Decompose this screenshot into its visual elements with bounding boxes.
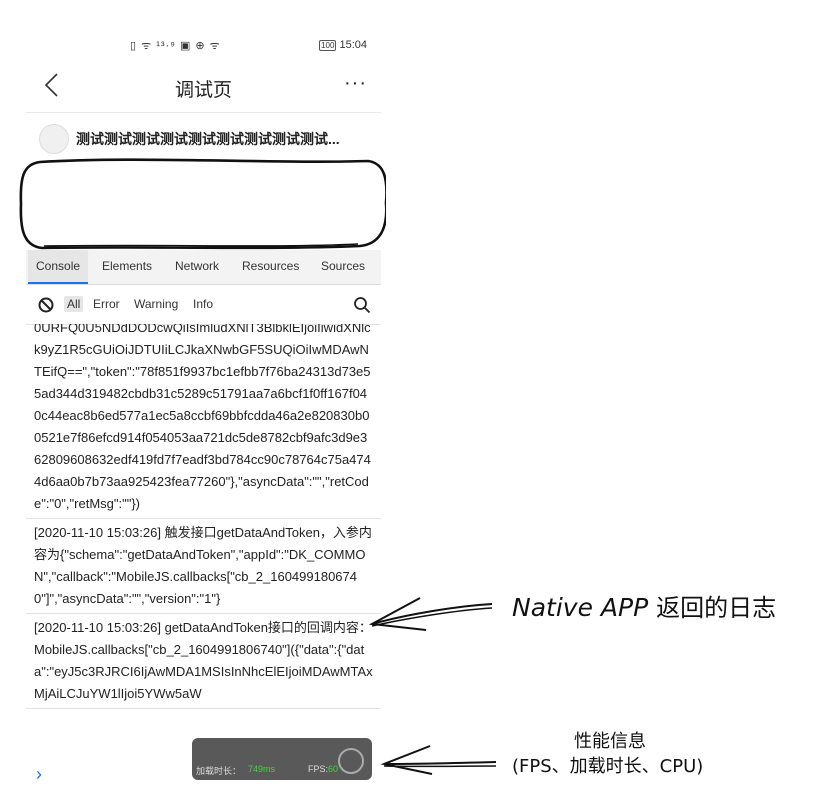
filter-warning[interactable]: Warning: [134, 297, 178, 311]
console-log: 0URFQ0U5NDdDODcwQiIsImludXNlT3BlbklEIjoi…: [26, 324, 381, 766]
clock-time: 15:04: [339, 39, 367, 51]
filter-info[interactable]: Info: [193, 297, 213, 311]
avatar: [39, 124, 69, 154]
tab-console[interactable]: Console: [28, 250, 89, 284]
perf-toggle-icon[interactable]: [338, 748, 364, 774]
log-entry: [2020-11-10 15:03:26] 触发接口getDataAndToke…: [26, 519, 381, 614]
tab-network[interactable]: Network: [167, 250, 227, 282]
tab-elements[interactable]: Elements: [94, 250, 160, 282]
annotation-perf-detail: (FPS、加载时长、CPU): [512, 756, 704, 777]
clear-console-icon[interactable]: [38, 297, 54, 313]
filter-error[interactable]: Error: [93, 297, 120, 311]
chevron-right-icon[interactable]: ›: [36, 764, 42, 785]
fps-value: 60: [328, 764, 339, 774]
perf-overlay[interactable]: 加载时长： 749ms FPS: 60: [192, 738, 372, 780]
devtools-tabs: Console Elements Network Resources Sourc…: [26, 250, 381, 285]
annotation-native-cn: 返回的日志: [656, 594, 777, 622]
more-options-icon[interactable]: ···: [344, 72, 367, 95]
annotation-perf-title: 性能信息: [574, 731, 646, 752]
annotation-native-latin: Native APP: [512, 593, 649, 622]
tab-resources[interactable]: Resources: [234, 250, 307, 282]
load-time-label: 加载时长：: [196, 766, 242, 776]
search-icon[interactable]: [353, 296, 371, 314]
filter-all[interactable]: All: [64, 296, 84, 312]
page-title: 调试页: [174, 80, 232, 101]
fps-label: FPS:: [308, 764, 329, 774]
load-time-value: 749ms: [248, 764, 276, 774]
annotation-native-logs: Native APP 返回的日志: [512, 588, 776, 623]
log-entry: [2020-11-10 15:03:26] getDataAndToken接口的…: [26, 614, 381, 709]
status-time: 100 15:04: [319, 39, 367, 51]
status-bar: ▯ ᯤ ¹³·⁹ ▣ ⊕ ᯤ 100 15:04: [26, 34, 381, 56]
tab-sources[interactable]: Sources: [313, 250, 373, 282]
page-header: 测试测试测试测试测试测试测试测试测试...: [26, 120, 381, 156]
console-filter-bar: All Error Warning Info: [26, 286, 381, 325]
annotation-arrow-icon: [368, 597, 493, 631]
nav-bar: 调试页 ···: [26, 60, 381, 113]
annotation-arrow-icon: [380, 745, 497, 775]
hand-drawn-box: [19, 158, 386, 250]
header-title: 测试测试测试测试测试测试测试测试测试...: [76, 131, 340, 147]
status-icons: ▯ ᯤ ¹³·⁹ ▣ ⊕ ᯤ: [130, 40, 221, 52]
log-entry: 0URFQ0U5NDdDODcwQiIsImludXNlT3BlbklEIjoi…: [26, 324, 381, 519]
battery-icon: 100: [319, 40, 337, 51]
